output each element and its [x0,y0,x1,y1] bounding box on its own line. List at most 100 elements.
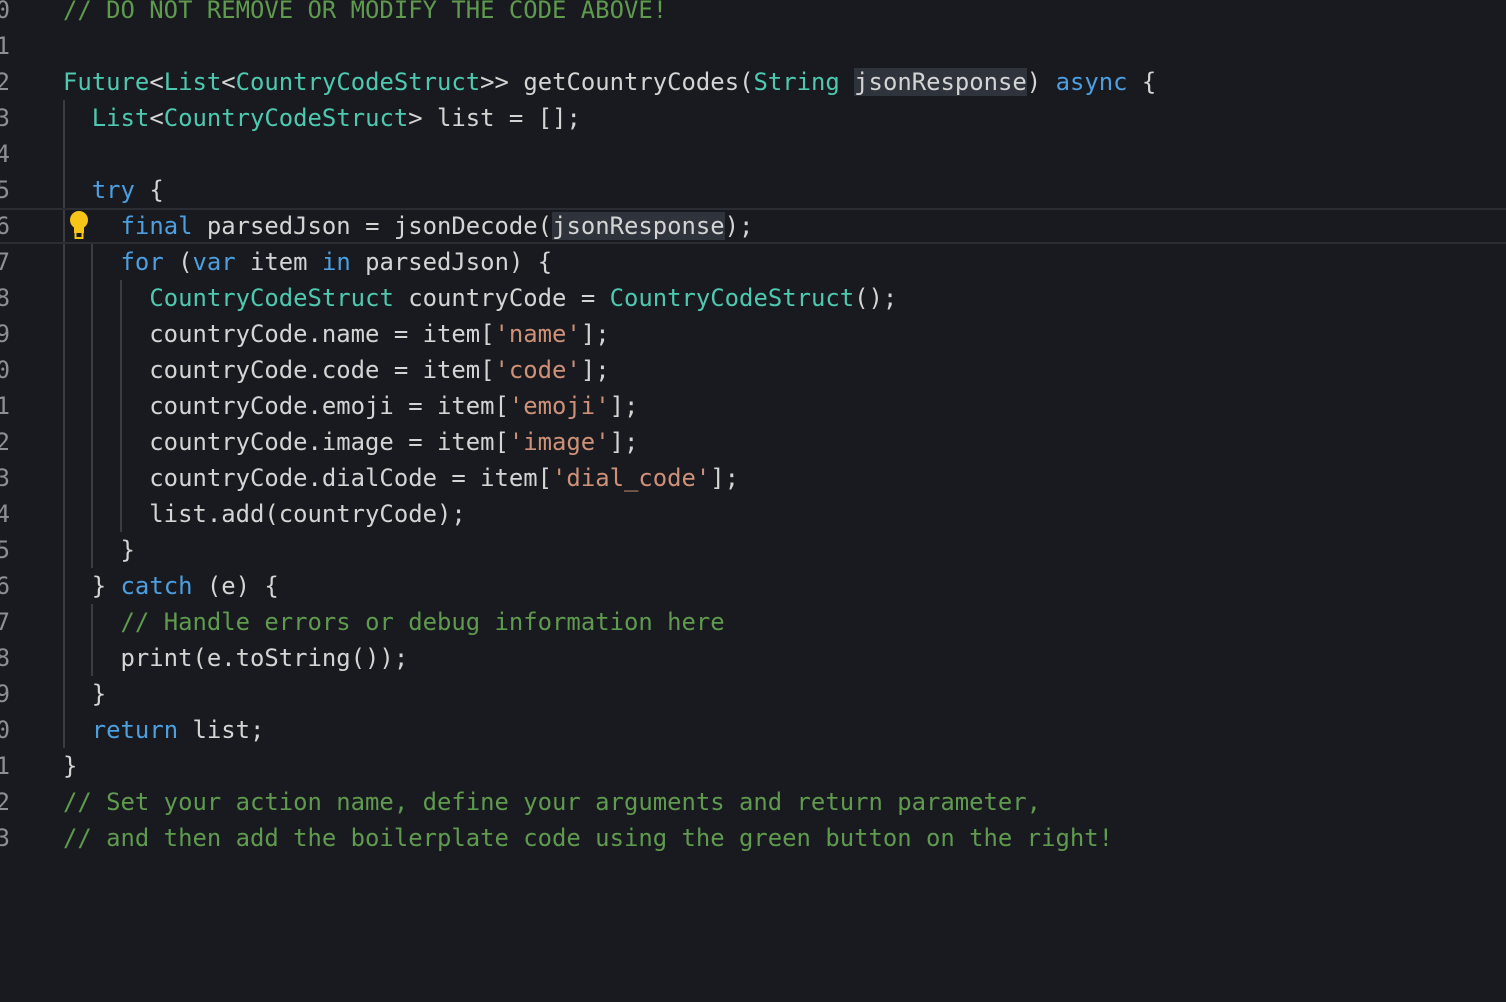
token-keyword: in [321,248,351,276]
token-plain: < [149,104,164,132]
token-plain: ( [163,248,193,276]
token-string: 'name' [494,320,581,348]
code-line[interactable]: 9 } [0,676,1506,712]
token-plain: print(e.toString()); [63,644,409,672]
line-number: 8 [0,644,10,672]
token-keyword: return [91,716,179,744]
code-line[interactable]: 0 return list; [0,712,1506,748]
token-plain: } [63,680,107,708]
code-line[interactable]: 3 // and then add the boilerplate code us… [0,820,1506,856]
code-line[interactable]: 9 countryCode.name = item['name']; [0,316,1506,352]
line-number: 9 [0,320,10,348]
line-number: 9 [0,680,10,708]
code-text: final parsedJson = jsonDecode(jsonRespon… [63,210,753,242]
line-number: 7 [0,608,10,636]
token-keyword: try [91,176,135,204]
code-line[interactable]: 2 Future<List<CountryCodeStruct>> getCoun… [0,64,1506,100]
token-keyword: var [192,248,236,276]
line-number: 6 [0,212,10,240]
code-line[interactable]: 4 list.add(countryCode); [0,496,1506,532]
token-type: CountryCodeStruct [235,68,481,96]
token-plain: { [134,176,164,204]
token-keyword: async [1055,68,1128,96]
line-number: 0 [0,356,10,384]
token-type: Future [63,68,150,96]
code-text: } [63,532,135,568]
code-text: // and then add the boilerplate code usi… [63,820,1113,856]
line-number: 0 [0,0,10,24]
token-string: 'dial_code' [552,464,711,492]
code-line[interactable]: 1 [0,28,1506,64]
code-text: list.add(countryCode); [63,496,465,532]
token-comment: // DO NOT REMOVE OR MODIFY THE CODE ABOV… [63,0,668,24]
code-text: print(e.toString()); [63,640,409,676]
token-plain: (e) { [192,572,279,600]
code-text: // DO NOT REMOVE OR MODIFY THE CODE ABOV… [63,0,667,28]
code-text: Future<List<CountryCodeStruct>> getCount… [63,64,1156,100]
code-line[interactable]: 5 try { [0,172,1506,208]
line-number: 2 [0,428,10,456]
code-text: return list; [63,712,265,748]
code-line[interactable]: 7 // Handle errors or debug information … [0,604,1506,640]
code-line[interactable]: 3 List<CountryCodeStruct> list = []; [0,100,1506,136]
token-comment: // Handle errors or debug information he… [120,608,725,636]
line-number: 1 [0,392,10,420]
token-keyword: catch [120,572,193,600]
code-editor[interactable]: 0 // DO NOT REMOVE OR MODIFY THE CODE ABO… [0,0,1506,1002]
code-line[interactable]: 6 } catch (e) { [0,568,1506,604]
token-comment: // and then add the boilerplate code usi… [63,824,1113,852]
code-line[interactable]: 1 countryCode.emoji = item['emoji']; [0,388,1506,424]
token-plain: < [149,68,164,96]
code-line[interactable]: 7 for (var item in parsedJson) { [0,244,1506,280]
code-line[interactable]: 8 print(e.toString()); [0,640,1506,676]
token-plain: ]; [580,356,610,384]
token-plain: item [235,248,322,276]
code-line[interactable]: 2 // Set your action name, define your ar… [0,784,1506,820]
token-string: 'emoji' [508,392,610,420]
token-plain: countryCode.image = item[ [63,428,509,456]
code-text: } [63,748,77,784]
code-line[interactable]: 5 } [0,532,1506,568]
token-keyword: final [120,212,193,240]
token-plain: ]; [609,392,639,420]
token-plain: list; [178,716,265,744]
code-line[interactable]: 2 countryCode.image = item['image']; [0,424,1506,460]
code-line[interactable]: 4 [0,136,1506,172]
code-line[interactable]: 0 // DO NOT REMOVE OR MODIFY THE CODE ABO… [0,0,1506,28]
token-plain: (); [854,284,898,312]
code-text: // Set your action name, define your arg… [63,784,1041,820]
code-text: countryCode.dialCode = item['dial_code']… [63,460,739,496]
token-type: List [91,104,150,132]
code-line[interactable]: 8 CountryCodeStruct countryCode = Countr… [0,280,1506,316]
code-line[interactable]: 0 countryCode.code = item['code']; [0,352,1506,388]
code-line[interactable]: 3 countryCode.dialCode = item['dial_code… [0,460,1506,496]
token-plain: ]; [580,320,610,348]
line-number: 4 [0,500,10,528]
line-number: 3 [0,464,10,492]
lightbulb-icon[interactable] [68,210,90,240]
line-number: 7 [0,248,10,276]
code-line[interactable]: 1} [0,748,1506,784]
token-plain: countryCode.name = item[ [63,320,495,348]
token-type: CountryCodeStruct [149,284,394,312]
code-text: countryCode.emoji = item['emoji']; [63,388,638,424]
token-type: CountryCodeStruct [609,284,855,312]
token-plain: ) [1026,68,1056,96]
token-plain: parsedJson) { [350,248,553,276]
token-plain: >> getCountryCodes( [480,68,754,96]
line-number: 2 [0,788,10,816]
token-type: CountryCodeStruct [163,104,409,132]
code-line[interactable]: 6 final parsedJson = jsonDecode(jsonResp… [0,208,1506,244]
token-plain: countryCode.emoji = item[ [63,392,509,420]
line-number: 3 [0,104,10,132]
token-plain: ]; [710,464,740,492]
line-number: 1 [0,32,10,60]
code-text: countryCode.name = item['name']; [63,316,610,352]
token-plain: { [1127,68,1157,96]
